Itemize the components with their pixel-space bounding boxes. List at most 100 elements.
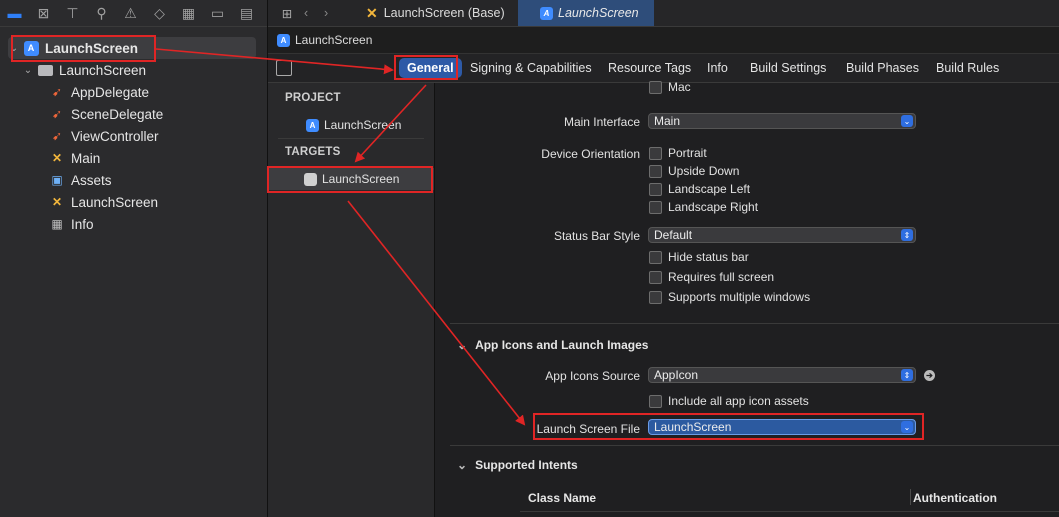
checkbox-label: Landscape Right	[668, 200, 759, 214]
file-row-info[interactable]: ▦ Info	[48, 213, 93, 235]
file-label: LaunchScreen	[71, 194, 159, 210]
checkbox-label: Portrait	[668, 146, 707, 160]
column-separator	[910, 489, 911, 505]
grid-icon[interactable]: ⊞	[276, 0, 298, 26]
checkbox-label: Requires full screen	[668, 270, 775, 284]
popup-value: Main	[654, 114, 681, 128]
search-icon[interactable]: ⚲	[87, 0, 116, 26]
section-title: Supported Intents	[475, 458, 578, 472]
column-header-authentication[interactable]: Authentication	[913, 491, 997, 505]
checkbox-label: Include all app icon assets	[668, 394, 809, 408]
app-icons-source-label: App Icons Source	[545, 369, 640, 383]
launch-screen-file-popup[interactable]: LaunchScreen ⌄	[648, 419, 916, 435]
status-bar-style-label: Status Bar Style	[553, 229, 640, 243]
checkbox-box[interactable]	[649, 164, 662, 178]
checkbox-box[interactable]	[649, 290, 662, 304]
popup-value[interactable]: LaunchScreen	[654, 420, 731, 434]
swift-file-icon: ➹	[51, 129, 63, 143]
project-navigator: ▬ ⊠ ⊤ ⚲ ⚠ ◇ ▦ ▭ ▤ ⌄ A LaunchScreen ⌄ Lau…	[0, 0, 268, 517]
app-icons-section-header[interactable]: ⌄ App Icons and Launch Images	[457, 338, 648, 352]
supports-multiple-windows-checkbox[interactable]: Supports multiple windows	[649, 290, 810, 304]
symbol-navigator-icon[interactable]: ⊤	[58, 0, 87, 26]
test-navigator-icon[interactable]: ◇	[145, 0, 174, 26]
section-divider	[450, 445, 1059, 446]
app-target-icon	[304, 172, 317, 186]
asset-catalog-icon: ▣	[51, 173, 63, 187]
column-header-class-name[interactable]: Class Name	[528, 491, 596, 505]
tab-signing-capabilities[interactable]: Signing & Capabilities	[470, 58, 592, 78]
chevron-down-icon[interactable]: ⌄	[8, 43, 20, 54]
checkbox-box[interactable]	[649, 270, 662, 284]
portrait-checkbox[interactable]: Portrait	[649, 146, 707, 160]
file-row-assets[interactable]: ▣ Assets	[48, 169, 112, 191]
checkbox-box[interactable]	[649, 80, 662, 94]
tab-launchscreen-base[interactable]: ✕ LaunchScreen (Base)	[354, 0, 526, 26]
app-icons-source-popup[interactable]: AppIcon ⇕	[648, 367, 916, 383]
divider	[278, 138, 424, 139]
project-icon: A	[277, 33, 290, 47]
checkbox-label: Hide status bar	[668, 250, 749, 264]
targets-section-header: TARGETS	[285, 146, 341, 158]
sidebar-toggle-icon[interactable]	[276, 60, 292, 76]
breakpoint-navigator-icon[interactable]: ▭	[203, 0, 232, 26]
mac-checkbox[interactable]: Mac	[649, 80, 691, 94]
main-interface-popup[interactable]: Main ⌄	[648, 113, 916, 129]
group-row[interactable]: ⌄ LaunchScreen	[22, 59, 146, 81]
project-root-row[interactable]: ⌄ A LaunchScreen	[8, 37, 256, 59]
source-control-icon[interactable]: ⊠	[29, 0, 58, 26]
supported-intents-section-header[interactable]: ⌄ Supported Intents	[457, 458, 578, 472]
upside-down-checkbox[interactable]: Upside Down	[649, 164, 739, 178]
checkbox-box[interactable]	[649, 182, 662, 196]
editor-area: ⊞ ‹ › ✕ LaunchScreen (Base) A LaunchScre…	[268, 0, 1059, 517]
tab-resource-tags[interactable]: Resource Tags	[608, 58, 691, 78]
back-arrow-icon[interactable]: ‹	[304, 0, 318, 26]
debug-navigator-icon[interactable]: ▦	[174, 0, 203, 26]
issue-navigator-icon[interactable]: ⚠	[116, 0, 145, 26]
checkbox-box[interactable]	[649, 394, 662, 408]
report-navigator-icon[interactable]: ▤	[232, 0, 261, 26]
forward-arrow-icon[interactable]: ›	[324, 0, 338, 26]
file-row-scenedelegate[interactable]: ➹ SceneDelegate	[48, 103, 163, 125]
device-orientation-label: Device Orientation	[541, 147, 640, 161]
checkbox-box[interactable]	[649, 250, 662, 264]
chevron-down-icon[interactable]: ⌄	[22, 65, 34, 76]
project-icon: A	[22, 40, 40, 56]
target-item[interactable]: LaunchScreen	[268, 168, 434, 190]
storyboard-file-icon: ✕	[51, 151, 63, 165]
section-title: App Icons and Launch Images	[475, 338, 649, 352]
requires-full-screen-checkbox[interactable]: Requires full screen	[649, 270, 774, 284]
checkbox-label: Mac	[668, 80, 691, 94]
landscape-left-checkbox[interactable]: Landscape Left	[649, 182, 750, 196]
group-label: LaunchScreen	[59, 62, 147, 78]
checkbox-box[interactable]	[649, 146, 662, 160]
tab-build-phases[interactable]: Build Phases	[846, 58, 919, 78]
chevron-down-icon[interactable]: ⌄	[457, 458, 467, 472]
tab-launchscreen[interactable]: A LaunchScreen	[518, 0, 654, 26]
file-label: ViewController	[71, 128, 159, 144]
settings-tab-bar: General Signing & Capabilities Resource …	[268, 54, 1059, 83]
tab-info[interactable]: Info	[707, 58, 728, 78]
file-row-appdelegate[interactable]: ➹ AppDelegate	[48, 81, 149, 103]
jump-bar-item[interactable]: LaunchScreen	[295, 33, 372, 47]
swift-file-icon: ➹	[51, 107, 63, 121]
include-all-app-icons-checkbox[interactable]: Include all app icon assets	[649, 394, 809, 408]
file-label: Assets	[71, 172, 112, 188]
chevron-down-icon[interactable]: ⌄	[457, 338, 467, 352]
status-bar-style-popup[interactable]: Default ⇕	[648, 227, 916, 243]
file-label: SceneDelegate	[71, 106, 164, 122]
editor-tab-bar: ⊞ ‹ › ✕ LaunchScreen (Base) A LaunchScre…	[268, 0, 1059, 27]
popup-value: Default	[654, 228, 693, 242]
go-to-arrow-icon[interactable]: ➔	[924, 370, 935, 381]
tab-build-rules[interactable]: Build Rules	[936, 58, 999, 78]
file-row-launchscreen[interactable]: ✕ LaunchScreen	[48, 191, 158, 213]
folder-icon[interactable]: ▬	[0, 0, 29, 26]
swift-file-icon: ➹	[51, 85, 63, 99]
file-row-main[interactable]: ✕ Main	[48, 147, 100, 169]
hide-status-bar-checkbox[interactable]: Hide status bar	[649, 250, 749, 264]
tab-build-settings[interactable]: Build Settings	[750, 58, 826, 78]
project-item[interactable]: A LaunchScreen	[268, 114, 434, 136]
tab-general[interactable]: General	[399, 58, 462, 78]
file-row-viewcontroller[interactable]: ➹ ViewController	[48, 125, 159, 147]
landscape-right-checkbox[interactable]: Landscape Right	[649, 200, 758, 214]
checkbox-box[interactable]	[649, 200, 662, 214]
